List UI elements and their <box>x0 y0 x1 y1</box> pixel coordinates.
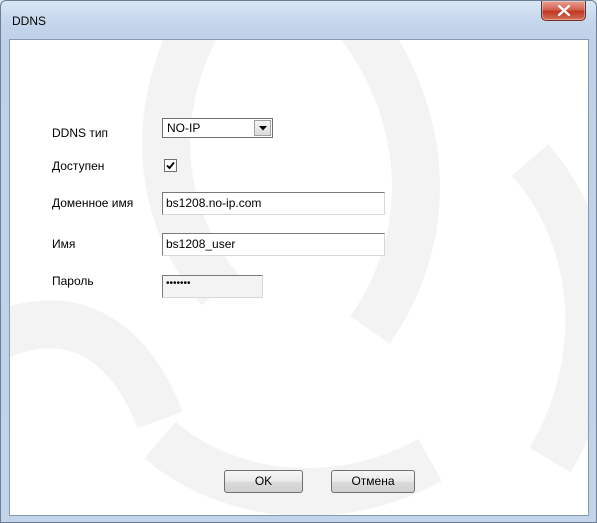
title-bar[interactable]: DDNS <box>1 1 596 39</box>
enabled-label: Доступен <box>52 159 105 173</box>
domain-label: Доменное имя <box>52 196 134 210</box>
close-button[interactable] <box>541 1 586 21</box>
ddns-type-select[interactable]: NO-IP <box>162 118 273 138</box>
ddns-type-value: NO-IP <box>167 121 201 135</box>
cancel-button[interactable]: Отмена <box>331 470 415 493</box>
dropdown-button[interactable] <box>254 120 271 136</box>
dialog-window: DDNS DDNS тип NO-IP Доступен Доменное им… <box>0 0 597 523</box>
password-label: Пароль <box>52 274 94 288</box>
ok-button[interactable]: OK <box>224 470 303 493</box>
username-value: bs1208_user <box>166 237 236 251</box>
dialog-content: DDNS тип NO-IP Доступен Доменное имя bs1… <box>9 39 589 516</box>
password-input[interactable]: ••••••• <box>162 275 263 298</box>
password-value: ••••••• <box>166 278 191 289</box>
domain-input[interactable]: bs1208.no-ip.com <box>162 192 385 215</box>
ddns-type-label: DDNS тип <box>52 126 109 140</box>
enabled-checkbox[interactable] <box>164 159 177 172</box>
username-input[interactable]: bs1208_user <box>162 233 385 256</box>
watermark-logo <box>10 40 588 515</box>
username-label: Имя <box>52 237 76 251</box>
domain-value: bs1208.no-ip.com <box>166 196 262 210</box>
window-title: DDNS <box>12 14 47 28</box>
